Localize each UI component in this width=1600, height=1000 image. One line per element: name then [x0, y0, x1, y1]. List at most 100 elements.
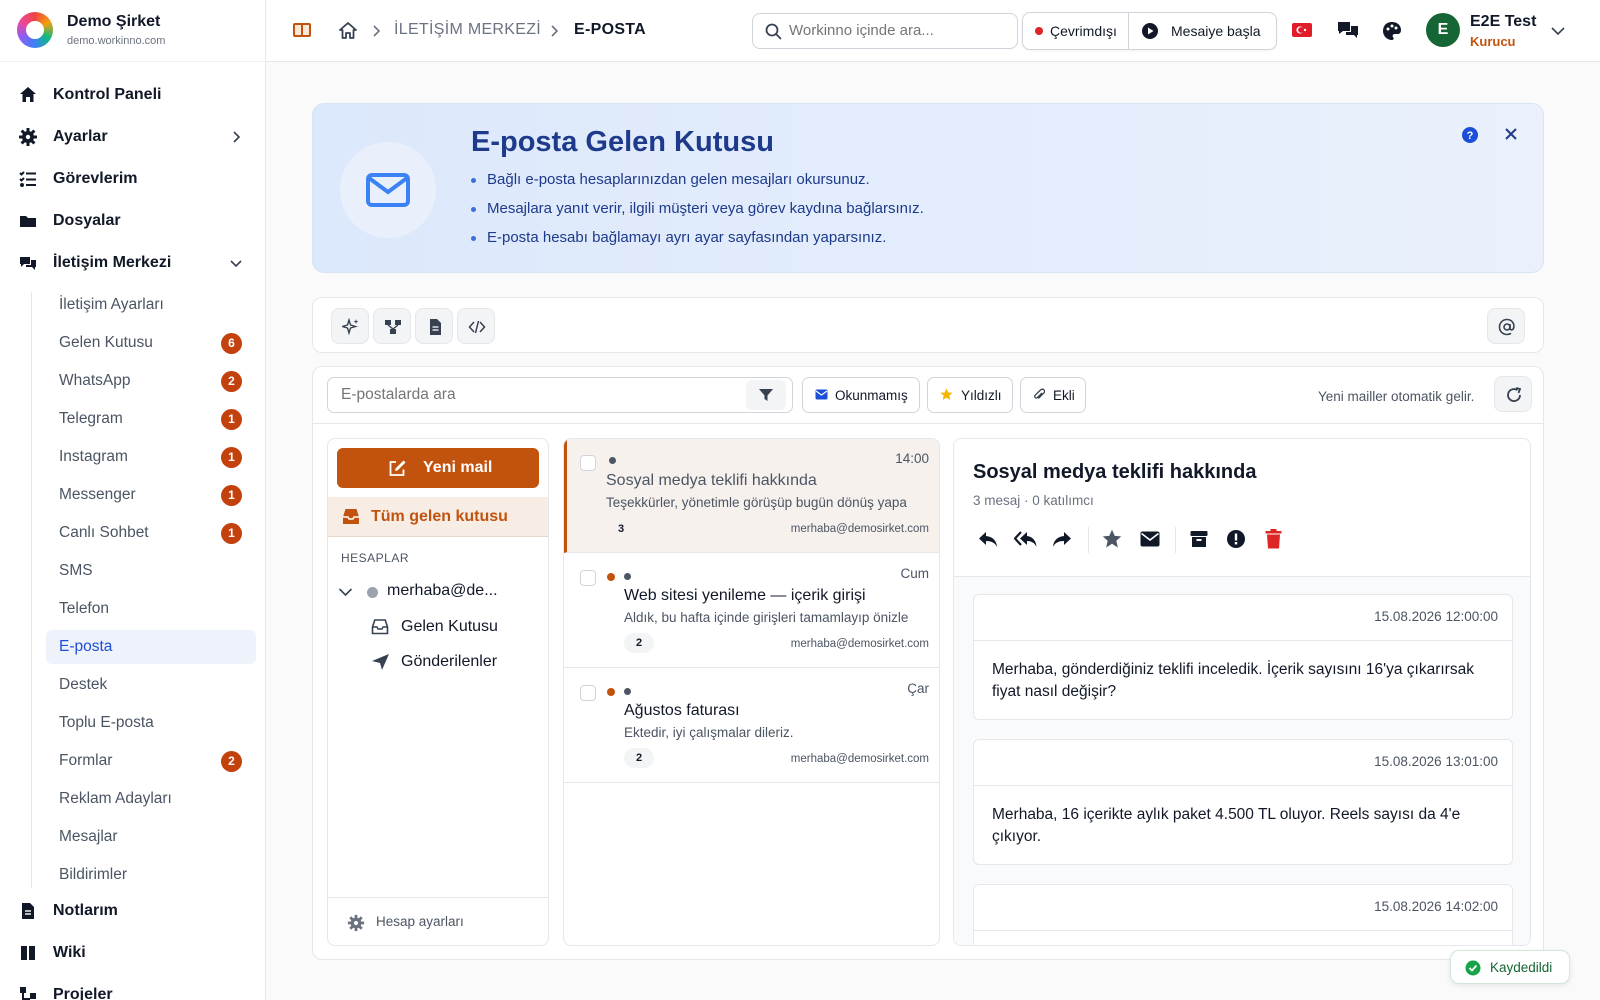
- sidebar-subitem-label: Instagram: [59, 448, 128, 465]
- message-time: 14:00: [895, 451, 929, 466]
- list-item[interactable]: 14:00 Sosyal medya teklifi hakkında Teşe…: [564, 439, 939, 553]
- user-name[interactable]: E2E Test: [1470, 13, 1536, 31]
- code-button[interactable]: [457, 308, 495, 344]
- chat-icon: [20, 257, 36, 270]
- list-item[interactable]: Çar Ağustos faturası Ektedir, iyi çalışm…: [564, 669, 939, 783]
- archive-icon[interactable]: [1190, 530, 1208, 548]
- all-inbox-item[interactable]: Tüm gelen kutusu: [328, 497, 548, 537]
- thread-count-badge: 2: [624, 633, 654, 653]
- sidebar-subitem[interactable]: WhatsApp 2: [46, 364, 256, 398]
- list-item[interactable]: Cum Web sitesi yenileme — içerik girişi …: [564, 554, 939, 668]
- mark-unread-icon[interactable]: [1140, 531, 1160, 547]
- close-icon[interactable]: [1503, 126, 1519, 142]
- thread-count-badge: 2: [624, 748, 654, 768]
- presence-controls: Çevrimdışı Mesaiye başla: [1022, 12, 1277, 50]
- start-shift-button[interactable]: Mesaiye başla: [1129, 13, 1277, 49]
- sidebar-subitem[interactable]: Destek: [46, 668, 256, 702]
- account-dot: [609, 457, 616, 464]
- nav-item-dashboard[interactable]: Kontrol Paneli: [0, 76, 266, 114]
- sidebar-subitem[interactable]: E-posta: [46, 630, 256, 664]
- inbox-folder[interactable]: Gelen Kutusu: [368, 611, 543, 643]
- status-button[interactable]: Çevrimdışı: [1023, 13, 1129, 49]
- message-body: Merhaba, gönderdiğiniz teklifi inceledik…: [992, 661, 1474, 700]
- starred-filter-button[interactable]: Yıldızlı: [927, 377, 1013, 413]
- sidebar-subitem-label: Mesajlar: [59, 828, 118, 845]
- nav-item-notes[interactable]: Notlarım: [0, 892, 266, 930]
- brand[interactable]: Demo Şirket demo.workinno.com: [0, 0, 266, 62]
- unread-dot: [607, 688, 615, 696]
- breadcrumb-email: E-POSTA: [574, 21, 647, 38]
- sidebar-subitem[interactable]: İletişim Ayarları: [46, 288, 256, 322]
- home-icon[interactable]: [338, 21, 358, 41]
- sidebar-subitem[interactable]: Formlar 2: [46, 744, 256, 778]
- sent-folder[interactable]: Gönderilenler: [368, 646, 543, 678]
- nav-item-tasks[interactable]: Görevlerim: [0, 160, 266, 198]
- sidebar-subitem-label: Bildirimler: [59, 866, 128, 883]
- trash-icon[interactable]: [1265, 529, 1282, 549]
- reply-all-icon[interactable]: [1014, 529, 1038, 549]
- reply-icon[interactable]: [977, 529, 999, 549]
- chevron-down-icon: [338, 588, 353, 597]
- thread-meta: 3 mesaj · 0 katılımcı: [973, 493, 1094, 508]
- nav-item-files[interactable]: Dosyalar: [0, 202, 266, 240]
- palette-icon[interactable]: [1381, 20, 1403, 42]
- account-settings-button[interactable]: Hesap ayarları: [328, 898, 548, 945]
- star-icon: [940, 388, 953, 400]
- nav-item-communication-center[interactable]: İletişim Merkezi: [0, 244, 266, 282]
- refresh-button[interactable]: [1494, 376, 1532, 412]
- book-icon: [21, 946, 35, 960]
- company-domain: demo.workinno.com: [67, 35, 166, 47]
- star-icon[interactable]: [1102, 529, 1122, 549]
- sidebar-subitem[interactable]: Telegram 1: [46, 402, 256, 436]
- sidebar-subitem[interactable]: Reklam Adayları: [46, 782, 256, 816]
- folders-column: Yeni mail Tüm gelen kutusu HESAPLAR merh…: [327, 438, 549, 946]
- ai-sparkle-button[interactable]: [331, 308, 369, 344]
- banner-title: E-posta Gelen Kutusu: [471, 126, 774, 158]
- unread-filter-button[interactable]: Okunmamış: [802, 377, 920, 413]
- filter-button[interactable]: [746, 380, 786, 410]
- spam-alert-icon[interactable]: [1226, 529, 1246, 549]
- document-button[interactable]: [415, 308, 453, 344]
- account-item[interactable]: merhaba@de...: [328, 575, 548, 609]
- sidebar-subitem-label: Telefon: [59, 600, 109, 617]
- nav-item-projects[interactable]: Projeler: [0, 976, 266, 1000]
- submenu-guide-line: [31, 292, 32, 888]
- sidebar-subitem[interactable]: Instagram 1: [46, 440, 256, 474]
- project-icon: [20, 987, 36, 1000]
- email-settings-button[interactable]: [1487, 308, 1525, 344]
- sidebar-subitem[interactable]: Mesajlar: [46, 820, 256, 854]
- avatar[interactable]: E: [1426, 13, 1460, 47]
- select-checkbox[interactable]: [580, 455, 596, 471]
- breadcrumb-communication-center[interactable]: İLETİŞİM MERKEZİ: [394, 21, 541, 39]
- workflow-button[interactable]: [373, 308, 411, 344]
- turkish-flag-icon[interactable]: [1292, 23, 1312, 37]
- sidebar-subitem[interactable]: Bildirimler: [46, 858, 256, 892]
- email-search-input[interactable]: [341, 386, 741, 404]
- nav-item-settings[interactable]: Ayarlar: [0, 118, 266, 156]
- sidebar-subitem[interactable]: Messenger 1: [46, 478, 256, 512]
- chat-icon[interactable]: [1336, 19, 1360, 41]
- sidebar-subitem[interactable]: Toplu E-posta: [46, 706, 256, 740]
- global-search-input[interactable]: [789, 22, 1009, 39]
- sidebar-subitem[interactable]: Canlı Sohbet 1: [46, 516, 256, 550]
- attached-filter-button[interactable]: Ekli: [1020, 377, 1086, 413]
- sidebar-subitem[interactable]: Gelen Kutusu 6: [46, 326, 256, 360]
- select-checkbox[interactable]: [580, 570, 596, 586]
- play-icon: [1142, 23, 1158, 39]
- forward-icon[interactable]: [1051, 529, 1073, 549]
- nav-item-wiki[interactable]: Wiki: [0, 934, 266, 972]
- select-checkbox[interactable]: [580, 685, 596, 701]
- chevron-down-icon[interactable]: [1550, 25, 1566, 37]
- sent-folder-label: Gönderilenler: [401, 653, 498, 670]
- email-search[interactable]: [327, 377, 793, 413]
- help-icon[interactable]: ?: [1461, 126, 1479, 144]
- status-dot: [1035, 27, 1043, 35]
- sidebar-subitem[interactable]: Telefon: [46, 592, 256, 626]
- sidebar-subitem[interactable]: SMS: [46, 554, 256, 588]
- chevron-right-icon: [233, 131, 241, 143]
- new-mail-button[interactable]: Yeni mail: [337, 448, 539, 488]
- saved-toast: Kaydedildi: [1450, 950, 1570, 984]
- attached-filter-label: Ekli: [1053, 388, 1075, 403]
- global-search[interactable]: [752, 13, 1018, 49]
- sidebar-toggle-icon[interactable]: [292, 21, 312, 39]
